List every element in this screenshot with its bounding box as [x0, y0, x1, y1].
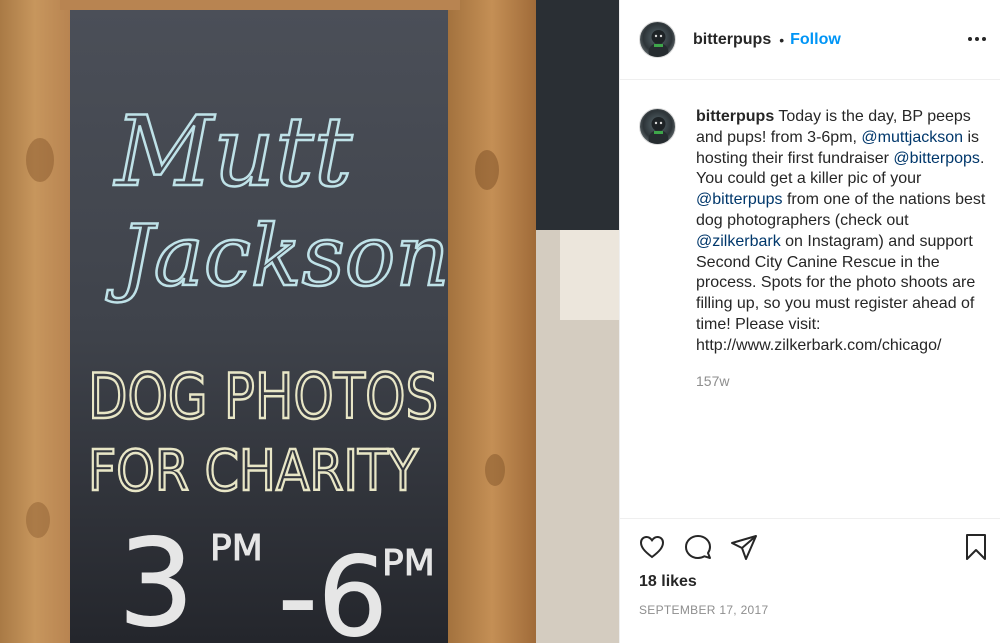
post-details-panel: bitterpups • Follow bitterpups Today is … [619, 0, 1000, 643]
sign-pm-1: PM [210, 528, 263, 569]
heart-icon[interactable] [638, 533, 666, 561]
sign-pm-2: PM [382, 543, 435, 584]
mention-zilkerbark[interactable]: @zilkerbark [696, 233, 781, 250]
caption-time-ago[interactable]: 157w [696, 373, 729, 389]
chalkboard-sign-illustration: Mutt Jackson DOG PHOTOS FOR CHARITY 3 PM… [0, 0, 619, 643]
caption-text: bitterpups Today is the day, BP peeps an… [696, 107, 992, 357]
post-date: SEPTEMBER 17, 2017 [639, 603, 769, 617]
separator-dot: • [779, 31, 785, 48]
mention-muttjackson[interactable]: @muttjackson [861, 129, 963, 146]
likes-count[interactable]: 18 likes [639, 573, 697, 591]
caption-avatar[interactable] [639, 108, 676, 145]
bookmark-icon[interactable] [962, 533, 990, 561]
sign-line-dog-photos: DOG PHOTOS [88, 360, 438, 433]
more-options-icon[interactable] [967, 29, 987, 49]
mention-bitterpups[interactable]: @bitterpups [696, 191, 783, 208]
follow-button[interactable]: Follow [790, 31, 841, 49]
dog-avatar-icon [648, 30, 669, 57]
caption-text-5: on Instagram) and support Second City Ca… [696, 232, 976, 354]
sign-line-for-charity: FOR CHARITY [88, 439, 419, 504]
sign-line-jackson: Jackson [105, 207, 449, 305]
caption-comment: bitterpups Today is the day, BP peeps an… [639, 107, 995, 357]
dog-avatar-icon [648, 117, 669, 144]
avatar[interactable] [639, 21, 676, 58]
mention-bitterpops[interactable]: @bitterpops [893, 150, 980, 167]
header-username[interactable]: bitterpups [693, 31, 771, 49]
sign-line-mutt: Mutt [113, 96, 353, 208]
comment-icon[interactable] [684, 533, 712, 561]
post-header: bitterpups • Follow [620, 0, 1000, 80]
post-actions: 18 likes SEPTEMBER 17, 2017 [620, 518, 1000, 643]
post-image[interactable]: Mutt Jackson DOG PHOTOS FOR CHARITY 3 PM… [0, 0, 619, 643]
caption-username[interactable]: bitterpups [696, 108, 774, 125]
sign-time-end: -6 [278, 533, 388, 643]
share-icon[interactable] [730, 533, 758, 561]
sign-time-start: 3 [118, 515, 194, 643]
